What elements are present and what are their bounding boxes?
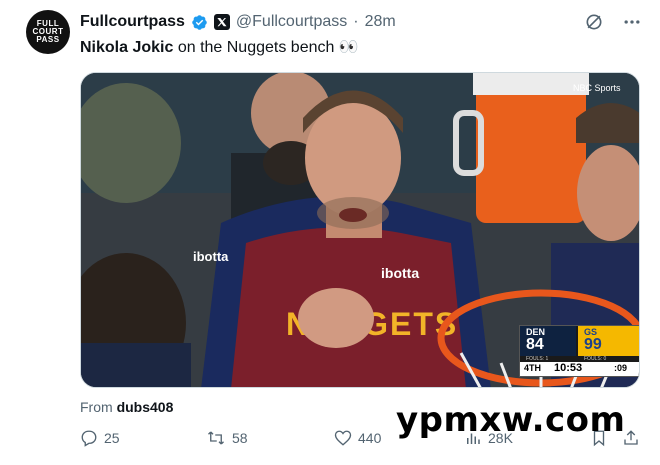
grok-icon[interactable] xyxy=(584,12,604,32)
team-right-score: 99 xyxy=(584,336,602,353)
sponsor-patch-left: ibotta xyxy=(193,249,229,264)
x-affiliate-icon xyxy=(213,14,230,30)
tweet-header: Fullcourtpass @Fullcourtpass · 28m xyxy=(80,12,396,32)
top-icons xyxy=(584,12,642,32)
reply-button[interactable]: 25 xyxy=(80,429,120,447)
network-logo: NBC Sports xyxy=(573,83,621,93)
team-left-score: 84 xyxy=(526,336,544,353)
tweet-text-mention[interactable]: Nikola Jokic xyxy=(80,39,173,56)
game-clock: 10:53 xyxy=(554,362,583,374)
shot-clock: :09 xyxy=(614,363,628,373)
from-label: From xyxy=(80,399,113,415)
repost-button[interactable]: 58 xyxy=(206,429,248,447)
timestamp[interactable]: 28m xyxy=(365,13,396,31)
reply-icon xyxy=(81,430,97,447)
media-source: From dubs408 xyxy=(80,399,173,415)
tweet-media-image[interactable]: NBC Sports NUGGETS ibotta ibotta xyxy=(80,72,640,388)
watermark-text: ypmxw.com xyxy=(396,400,626,440)
tweet: FULL COURT PASS Fullcourtpass @Fullcourt… xyxy=(0,0,660,465)
verified-badge-icon xyxy=(192,14,207,30)
from-user-link[interactable]: dubs408 xyxy=(117,399,174,415)
author-name[interactable]: Fullcourtpass xyxy=(80,13,185,31)
avatar[interactable]: FULL COURT PASS xyxy=(26,10,70,54)
repost-icon xyxy=(208,431,224,445)
avatar-text-3: PASS xyxy=(36,35,60,44)
sponsor-patch-right: ibotta xyxy=(381,265,419,281)
like-button[interactable]: 440 xyxy=(334,429,381,447)
heart-icon xyxy=(334,430,352,446)
more-options-icon[interactable] xyxy=(622,12,642,32)
quarter: 4TH xyxy=(524,363,542,373)
scorebug: DEN 84 GS 99 FOULS: 1 FOULS: 0 4TH 10:53… xyxy=(519,325,639,377)
like-count: 440 xyxy=(358,430,382,446)
tweet-text-body: on the Nuggets bench 👀 xyxy=(173,39,359,56)
repost-count: 58 xyxy=(232,430,248,446)
reply-count: 25 xyxy=(104,430,120,446)
author-handle[interactable]: @Fullcourtpass xyxy=(236,13,347,31)
separator-dot: · xyxy=(353,13,359,30)
tweet-text: Nikola Jokic on the Nuggets bench 👀 xyxy=(80,37,359,57)
